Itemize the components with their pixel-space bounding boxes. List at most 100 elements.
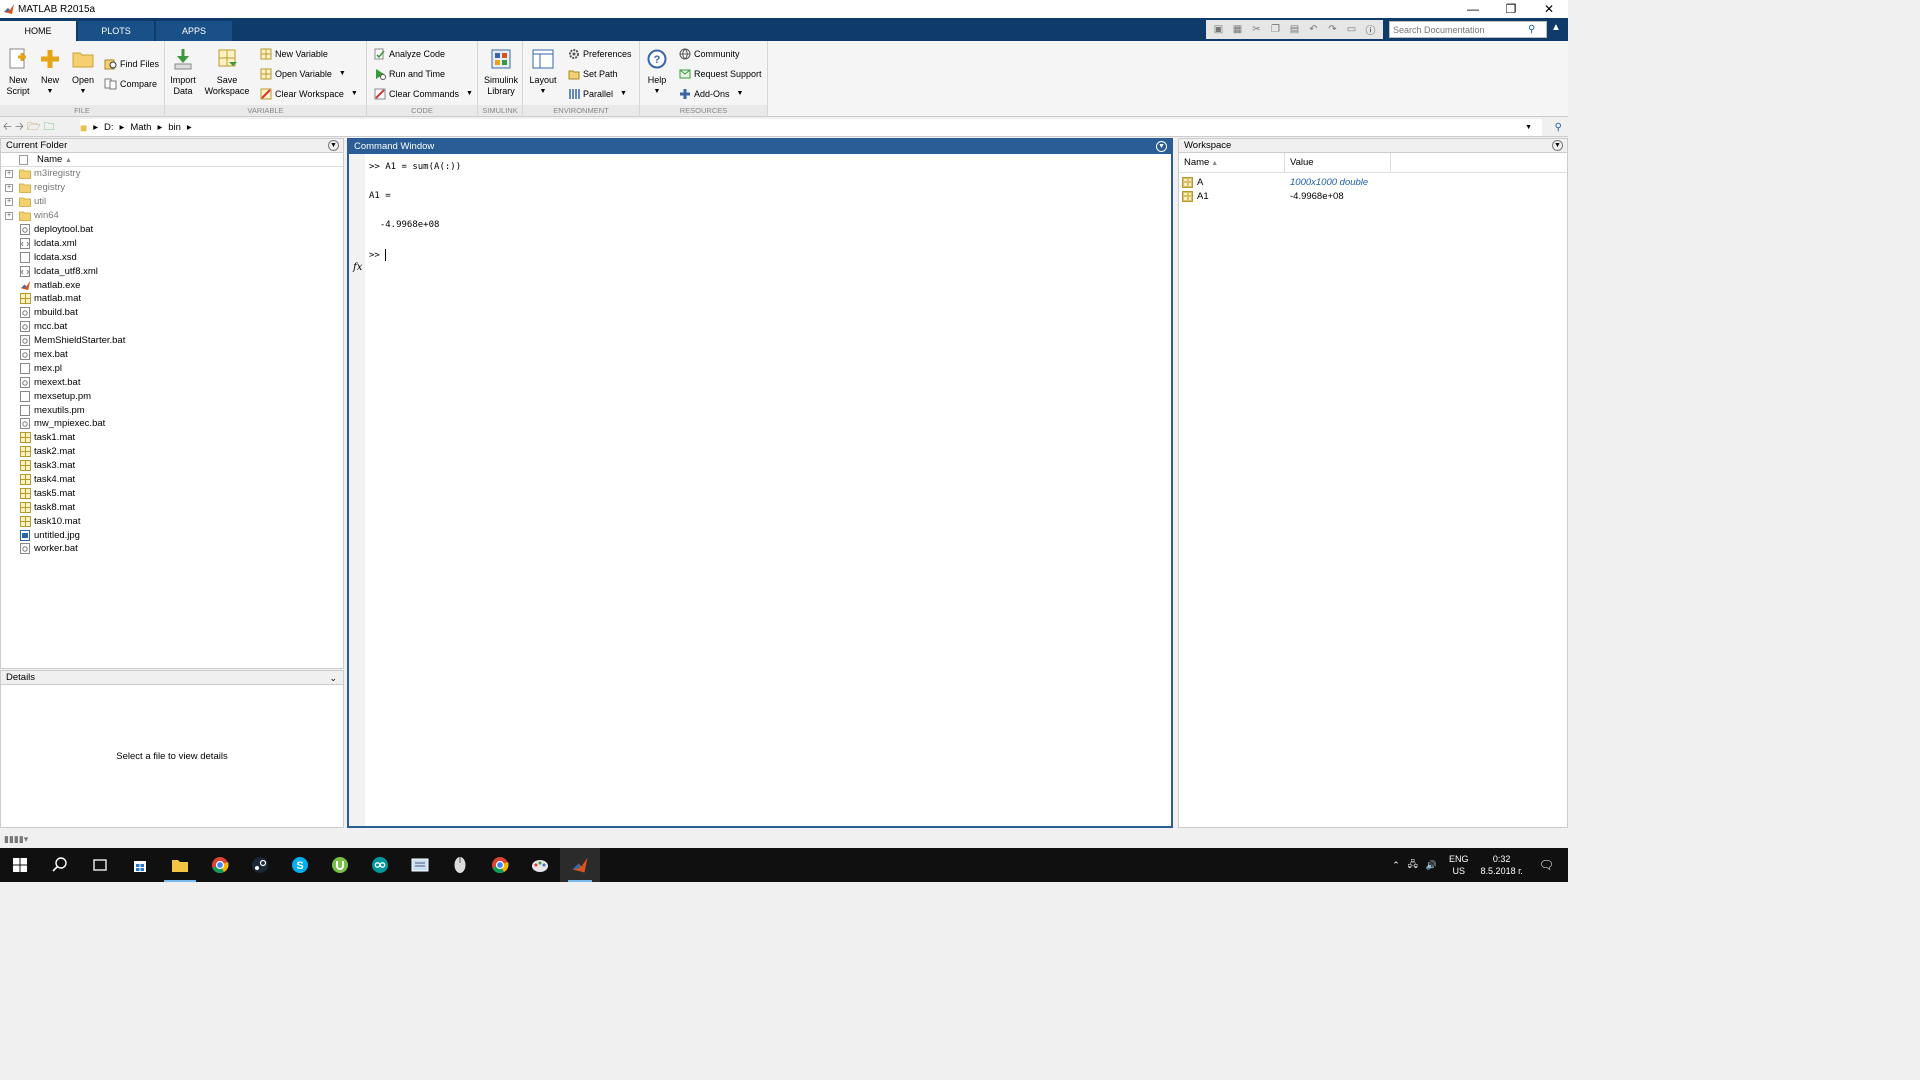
save-workspace-button[interactable]: Save Workspace xyxy=(203,45,251,97)
up-folder-icon[interactable]: 🗁 xyxy=(27,118,41,137)
expand-icon[interactable]: + xyxy=(5,197,13,206)
undo-icon[interactable]: ↶ xyxy=(1305,22,1322,37)
breadcrumb-segment[interactable]: bin xyxy=(168,122,181,133)
matlab-app[interactable] xyxy=(560,848,600,882)
search-taskbar-button[interactable] xyxy=(40,848,80,882)
arduino-app[interactable] xyxy=(360,848,400,882)
find-files-button[interactable]: Find Files xyxy=(104,57,159,70)
new-script-button[interactable]: New Script xyxy=(4,45,32,97)
clear-commands-button[interactable]: Clear Commands ▼ xyxy=(373,87,473,100)
minimize-button[interactable]: — xyxy=(1454,0,1492,18)
copy-icon[interactable]: ❐ xyxy=(1267,22,1284,37)
run-and-time-button[interactable]: Run and Time xyxy=(373,67,445,80)
volume-icon[interactable]: 🔊 xyxy=(1426,860,1437,871)
tab-plots[interactable]: PLOTS xyxy=(78,21,154,41)
panel-actions-icon[interactable]: ▼ xyxy=(1552,140,1563,151)
file-item[interactable]: deploytool.bat xyxy=(1,223,343,237)
file-item[interactable]: MemShieldStarter.bat xyxy=(1,334,343,348)
steam-app[interactable] xyxy=(240,848,280,882)
breadcrumb-segment[interactable]: Math xyxy=(130,122,151,133)
file-item[interactable]: mex.pl xyxy=(1,361,343,375)
file-item[interactable]: matlab.mat xyxy=(1,292,343,306)
expand-icon[interactable]: + xyxy=(5,183,13,192)
browse-folder-icon[interactable]: 🗀 xyxy=(43,118,54,137)
cut-icon[interactable]: ✂ xyxy=(1248,22,1265,37)
file-item[interactable]: mexutils.pm xyxy=(1,403,343,417)
restore-button[interactable]: ❐ xyxy=(1492,0,1530,18)
file-item[interactable]: mcc.bat xyxy=(1,320,343,334)
tab-apps[interactable]: APPS xyxy=(156,21,232,41)
file-item[interactable]: worker.bat xyxy=(1,542,343,556)
file-item[interactable]: mbuild.bat xyxy=(1,306,343,320)
network-icon[interactable]: 🖧 xyxy=(1408,857,1418,873)
utorrent-app[interactable] xyxy=(320,848,360,882)
set-path-button[interactable]: Set Path xyxy=(567,67,618,80)
workspace-row[interactable]: A 1000x1000 double xyxy=(1179,175,1567,189)
file-item[interactable]: mexext.bat xyxy=(1,375,343,389)
mouse-app[interactable] xyxy=(440,848,480,882)
file-item[interactable]: lcdata.xsd xyxy=(1,250,343,264)
clear-workspace-button[interactable]: Clear Workspace ▼ xyxy=(259,87,358,100)
show-hidden-icons[interactable]: ⌃ xyxy=(1392,860,1400,871)
column-header-name[interactable]: Name ▲ xyxy=(1179,153,1285,172)
request-support-button[interactable]: Request Support xyxy=(678,67,762,80)
skype-app[interactable]: S xyxy=(280,848,320,882)
panel-actions-icon[interactable]: ▼ xyxy=(1156,141,1167,152)
file-item[interactable]: task8.mat xyxy=(1,500,343,514)
file-item[interactable]: task1.mat xyxy=(1,431,343,445)
layout-button[interactable]: Layout ▼ xyxy=(527,45,559,97)
column-header-value[interactable]: Value xyxy=(1285,153,1391,172)
open-button[interactable]: Open ▼ xyxy=(70,45,96,97)
compare-button[interactable]: Compare xyxy=(104,77,157,90)
function-browser-icon[interactable]: fx xyxy=(353,262,362,273)
paste-icon[interactable]: ▤ xyxy=(1286,22,1303,37)
clock[interactable]: 0:32 8.5.2018 г. xyxy=(1481,853,1523,877)
notifications-icon[interactable]: 🗨 xyxy=(1539,858,1554,872)
expand-icon[interactable]: + xyxy=(5,169,13,178)
open-variable-button[interactable]: Open Variable ▼ xyxy=(259,67,346,80)
close-button[interactable]: ✕ xyxy=(1530,0,1568,18)
command-window-panel[interactable]: Command Window ▼ fx >> A1 = sum(A(:)) A1… xyxy=(347,138,1173,828)
notepad-app[interactable] xyxy=(400,848,440,882)
help-icon[interactable]: ⓘ xyxy=(1362,22,1379,37)
expand-icon[interactable]: + xyxy=(5,211,13,220)
preferences-button[interactable]: Preferences xyxy=(567,47,632,60)
chrome-app[interactable] xyxy=(200,848,240,882)
folder-item[interactable]: + util xyxy=(1,195,343,209)
language-indicator[interactable]: ENG US xyxy=(1449,853,1469,877)
redo-icon[interactable]: ↷ xyxy=(1324,22,1341,37)
tab-home[interactable]: HOME xyxy=(0,21,76,41)
search-icon[interactable]: ⚲ xyxy=(1528,24,1535,35)
folder-item[interactable]: + registry xyxy=(1,181,343,195)
shortcut-icon[interactable]: ▣ xyxy=(1210,22,1227,37)
breadcrumb-segment[interactable]: D: xyxy=(104,122,114,133)
analyze-code-button[interactable]: Analyze Code xyxy=(373,47,445,60)
simulink-library-button[interactable]: Simulink Library xyxy=(482,45,520,97)
address-dropdown-icon[interactable]: ▼ xyxy=(1525,124,1532,131)
command-prompt[interactable]: >> xyxy=(369,249,387,261)
add-ons-button[interactable]: Add-Ons ▼ xyxy=(678,87,743,100)
file-item[interactable]: task4.mat xyxy=(1,473,343,487)
search-box[interactable]: ⚲ xyxy=(1389,21,1547,38)
file-item[interactable]: task3.mat xyxy=(1,459,343,473)
file-item[interactable]: mex.bat xyxy=(1,348,343,362)
import-data-button[interactable]: Import Data xyxy=(168,45,198,97)
new-variable-button[interactable]: New Variable xyxy=(259,47,328,60)
address-path[interactable]: ■ ▸ D: ▸ Math ▸ bin ▸ ▼ xyxy=(80,119,1542,136)
back-arrow-icon[interactable]: 🡠 xyxy=(3,118,12,137)
new-button[interactable]: New ▼ xyxy=(37,45,63,97)
paint-app[interactable] xyxy=(520,848,560,882)
file-item[interactable]: mexsetup.pm xyxy=(1,389,343,403)
panel-actions-icon[interactable]: ▼ xyxy=(328,140,339,151)
workspace-row[interactable]: A1 -4.9968e+08 xyxy=(1179,189,1567,203)
forward-arrow-icon[interactable]: 🡢 xyxy=(15,118,24,137)
file-item[interactable]: lcdata.xml xyxy=(1,236,343,250)
help-button[interactable]: ? Help ▼ xyxy=(645,45,669,97)
collapse-ribbon-icon[interactable]: ▲ xyxy=(1551,22,1561,33)
task-view-button[interactable] xyxy=(80,848,120,882)
folder-item[interactable]: + win64 xyxy=(1,209,343,223)
chevron-down-icon[interactable]: ⌄ xyxy=(329,671,337,685)
file-explorer-app[interactable] xyxy=(160,848,200,882)
search-input[interactable] xyxy=(1393,24,1528,35)
save-icon[interactable]: ▦ xyxy=(1229,22,1246,37)
